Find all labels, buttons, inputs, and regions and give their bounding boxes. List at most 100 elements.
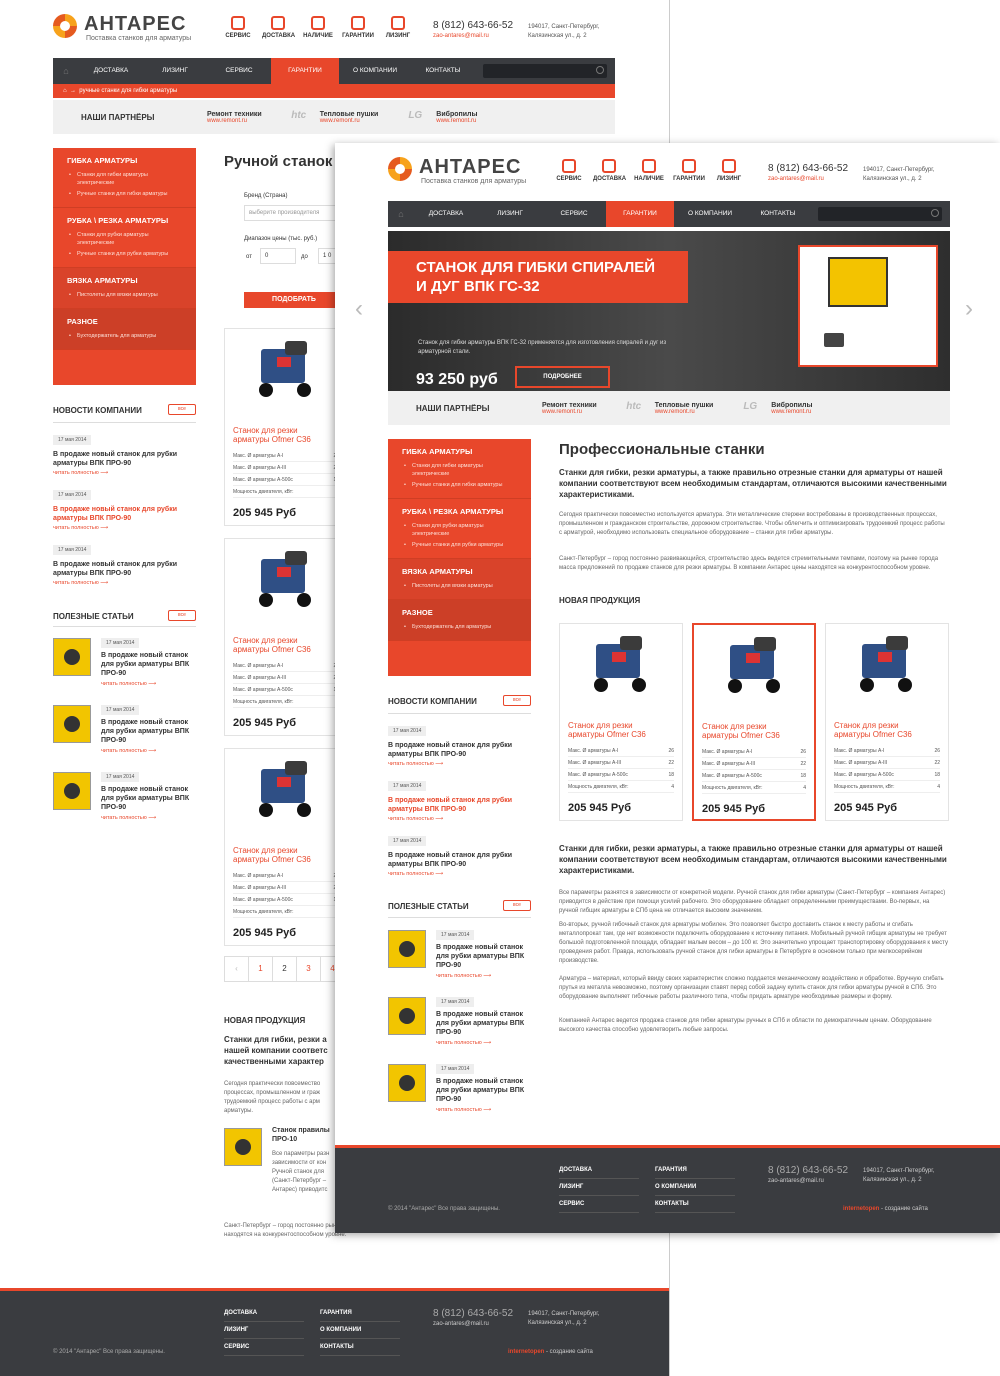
- news-link[interactable]: В продаже новый станок для рубки арматур…: [53, 560, 198, 578]
- logo-name[interactable]: АНТАРЕС: [419, 156, 521, 179]
- nav-leasing[interactable]: ЛИЗИНГ: [478, 201, 542, 227]
- footer-link[interactable]: ЛИЗИНГ: [559, 1179, 639, 1196]
- read-more-link[interactable]: читать полностью ⟶: [436, 973, 491, 979]
- product-image[interactable]: [854, 636, 920, 698]
- article-link[interactable]: В продаже новый станок для рубки арматур…: [436, 1010, 531, 1037]
- search-icon[interactable]: [596, 66, 604, 74]
- nav-guarantee[interactable]: ГАРАНТИИ: [271, 58, 339, 84]
- service-link[interactable]: СЕРВИС: [553, 159, 585, 182]
- search-icon[interactable]: [931, 209, 939, 217]
- logo-name[interactable]: АНТАРЕС: [84, 13, 186, 36]
- brand-select[interactable]: выберите производителя: [244, 205, 344, 221]
- nav-delivery[interactable]: ДОСТАВКА: [79, 58, 143, 84]
- news-link[interactable]: В продаже новый станок для рубки арматур…: [53, 505, 198, 523]
- category-title[interactable]: ГИБКА АРМАТУРЫ: [402, 447, 517, 456]
- category-misc[interactable]: РАЗНОЕ Бухтодержатель для арматуры: [388, 600, 531, 641]
- category-misc[interactable]: РАЗНОЕ Бухтодержатель для арматуры: [53, 309, 196, 350]
- article-link[interactable]: В продаже новый станок для рубки арматур…: [436, 1077, 531, 1104]
- product-card[interactable]: Станок для резки арматуры Ofmer C36 Макс…: [224, 538, 348, 736]
- footer-link[interactable]: ГАРАНТИЯ: [655, 1162, 735, 1179]
- partner-link[interactable]: www.remont.ru: [436, 118, 477, 124]
- hero-details-button[interactable]: ПОДРОБНЕЕ: [515, 366, 610, 388]
- footer-link[interactable]: ДОСТАВКА: [224, 1305, 304, 1322]
- footer-link[interactable]: О КОМПАНИИ: [320, 1322, 400, 1339]
- category-link[interactable]: Бухтодержатель для арматуры: [67, 332, 182, 340]
- footer-email[interactable]: zao-antares@mail.ru: [768, 1178, 824, 1184]
- product-card[interactable]: Станок для резки арматуры Ofmer C36 Макс…: [224, 328, 348, 526]
- article-thumbnail[interactable]: [388, 1064, 426, 1102]
- product-name[interactable]: Станок для резки арматуры Ofmer C36: [702, 722, 802, 740]
- partner-link[interactable]: www.remont.ru: [320, 118, 379, 124]
- category-cutting[interactable]: РУБКА \ РЕЗКА АРМАТУРЫ Станки для рубки а…: [53, 208, 196, 268]
- hero-title[interactable]: СТАНОК ДЛЯ ГИБКИ СПИРАЛЕЙ И ДУГ ВПК ГС-3…: [388, 251, 688, 303]
- email-link[interactable]: zao-antares@mail.ru: [768, 176, 824, 182]
- category-bending[interactable]: ГИБКА АРМАТУРЫ Станки для гибки арматуры …: [53, 148, 196, 208]
- read-more-link[interactable]: читать полностью ⟶: [53, 470, 198, 476]
- read-more-link[interactable]: читать полностью ⟶: [101, 748, 156, 754]
- breadcrumb-item[interactable]: ручные станки для гибки арматуры: [79, 88, 177, 94]
- guarantee-link[interactable]: ГАРАНТИИ: [673, 159, 705, 182]
- delivery-link[interactable]: ДОСТАВКА: [593, 159, 626, 182]
- partner-link[interactable]: www.remont.ru: [207, 118, 262, 124]
- article-item[interactable]: 17 мая 2014 В продаже новый станок для ру…: [53, 772, 198, 827]
- category-link[interactable]: Ручные станки для гибки арматуры: [402, 481, 517, 489]
- partner-link[interactable]: www.remont.ru: [771, 409, 812, 415]
- read-more-link[interactable]: читать полностью ⟶: [101, 681, 156, 687]
- logo-icon[interactable]: [53, 14, 77, 38]
- read-more-link[interactable]: читать полностью ⟶: [436, 1040, 491, 1046]
- news-link[interactable]: В продаже новый станок для рубки арматур…: [388, 741, 533, 759]
- developer-link[interactable]: internetopen - создание сайта: [508, 1349, 593, 1355]
- category-tying[interactable]: ВЯЗКА АРМАТУРЫ Пистолеты для вязки армату…: [53, 268, 196, 309]
- prev-page-icon[interactable]: ‹: [225, 957, 249, 981]
- read-more-link[interactable]: читать полностью ⟶: [101, 815, 156, 821]
- nav-about[interactable]: О КОМПАНИИ: [674, 201, 746, 227]
- footer-link[interactable]: ЛИЗИНГ: [224, 1322, 304, 1339]
- category-title[interactable]: РУБКА \ РЕЗКА АРМАТУРЫ: [402, 507, 517, 516]
- category-title[interactable]: ВЯЗКА АРМАТУРЫ: [402, 567, 517, 576]
- article-thumbnail[interactable]: [224, 1128, 262, 1166]
- product-image[interactable]: [588, 636, 654, 698]
- home-icon[interactable]: ⌂: [388, 201, 414, 227]
- product-card-selected[interactable]: Станок для резки арматуры Ofmer C36 Макс…: [692, 623, 816, 821]
- category-tying[interactable]: ВЯЗКА АРМАТУРЫ Пистолеты для вязки армату…: [388, 559, 531, 600]
- partner-item[interactable]: Ремонт техники www.remont.ru: [506, 401, 597, 415]
- partner-item[interactable]: LG Вибропилы www.remont.ru: [735, 401, 812, 415]
- stock-link[interactable]: НАЛИЧИЕ: [302, 16, 334, 39]
- read-more-link[interactable]: читать полностью ⟶: [53, 525, 198, 531]
- articles-all-button[interactable]: все: [168, 610, 196, 621]
- page-link[interactable]: 3: [297, 957, 321, 981]
- email-link[interactable]: zao-antares@mail.ru: [433, 33, 489, 39]
- footer-link[interactable]: КОНТАКТЫ: [655, 1196, 735, 1213]
- product-card[interactable]: Станок для резки арматуры Ofmer C36 Макс…: [825, 623, 949, 821]
- product-name[interactable]: Станок для резки арматуры Ofmer C36: [233, 636, 333, 654]
- news-all-button[interactable]: все: [168, 404, 196, 415]
- footer-link[interactable]: ДОСТАВКА: [559, 1162, 639, 1179]
- article-item[interactable]: 17 мая 2014 В продаже новый станок для ру…: [388, 1064, 533, 1119]
- logo-icon[interactable]: [388, 157, 412, 181]
- product-name[interactable]: Станок для резки арматуры Ofmer C36: [568, 721, 668, 739]
- guarantee-link[interactable]: ГАРАНТИИ: [342, 16, 374, 39]
- category-link[interactable]: Ручные станки для рубки арматуры: [67, 250, 182, 258]
- product-card[interactable]: Станок для резки арматуры Ofmer C36 Макс…: [224, 748, 348, 946]
- nav-contacts[interactable]: КОНТАКТЫ: [411, 58, 475, 84]
- nav-delivery[interactable]: ДОСТАВКА: [414, 201, 478, 227]
- apply-filter-button[interactable]: ПОДОБРАТЬ: [244, 292, 344, 308]
- article-item[interactable]: 17 мая 2014 В продаже новый станок для ру…: [53, 705, 198, 760]
- nav-about[interactable]: О КОМПАНИИ: [339, 58, 411, 84]
- footer-email[interactable]: zao-antares@mail.ru: [433, 1321, 489, 1327]
- product-image[interactable]: [253, 761, 319, 823]
- nav-service[interactable]: СЕРВИС: [542, 201, 606, 227]
- news-all-button[interactable]: все: [503, 695, 531, 706]
- category-link[interactable]: Ручные станки для рубки арматуры: [402, 541, 517, 549]
- category-link[interactable]: Станки для рубки арматуры электрические: [67, 231, 182, 247]
- news-link[interactable]: В продаже новый станок для рубки арматур…: [388, 796, 533, 814]
- page-link[interactable]: 2: [273, 957, 297, 981]
- category-cutting[interactable]: РУБКА \ РЕЗКА АРМАТУРЫ Станки для рубки а…: [388, 499, 531, 559]
- article-link[interactable]: Станок правилы ПРО-10: [272, 1126, 334, 1144]
- product-image[interactable]: [722, 637, 788, 699]
- article-thumbnail[interactable]: [53, 638, 91, 676]
- slider-next-icon[interactable]: ›: [965, 295, 973, 323]
- article-link[interactable]: В продаже новый станок для рубки арматур…: [101, 651, 196, 678]
- leasing-link[interactable]: ЛИЗИНГ: [713, 159, 745, 182]
- product-name[interactable]: Станок для резки арматуры Ofmer C36: [233, 846, 333, 864]
